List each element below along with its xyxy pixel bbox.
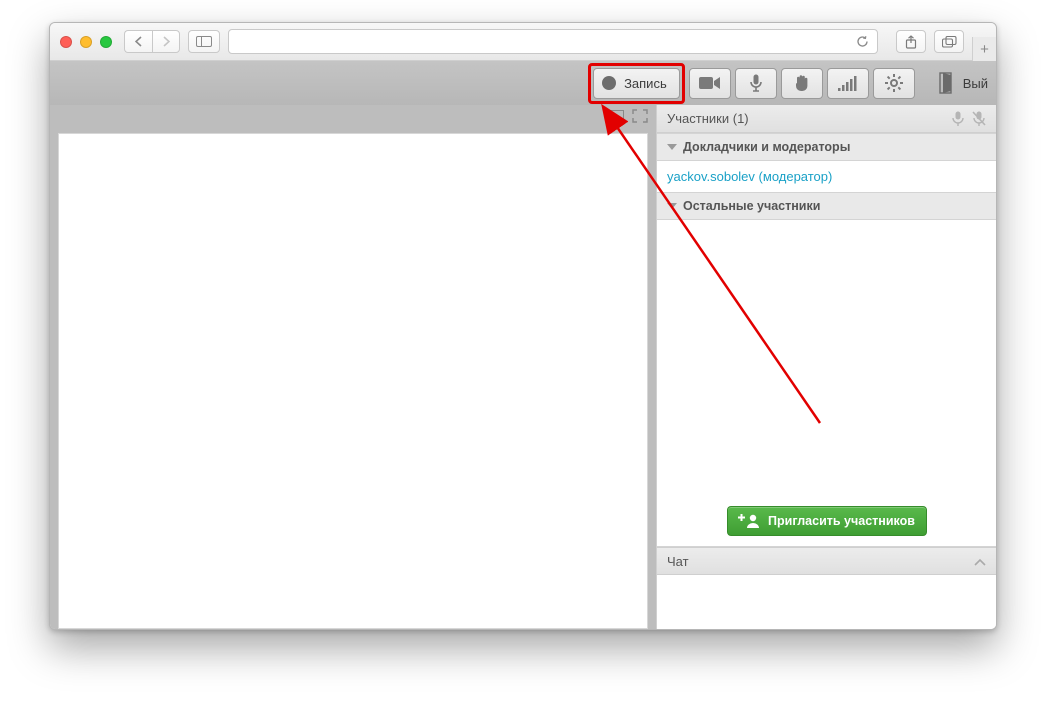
invite-area: Пригласить участников — [657, 496, 996, 547]
group-others-header[interactable]: Остальные участники — [657, 192, 996, 220]
nav-forward-button[interactable] — [152, 30, 180, 53]
header-mic-muted-icon[interactable] — [972, 111, 986, 126]
exit-label: Вый — [963, 76, 988, 91]
participant-role: (модератор) — [759, 169, 833, 184]
record-button-highlight: Запись — [588, 63, 685, 104]
chevron-up-icon — [974, 554, 986, 569]
chat-body — [657, 575, 996, 629]
tabs-button[interactable] — [934, 30, 964, 53]
chevron-down-icon — [667, 144, 677, 150]
camera-button[interactable] — [689, 68, 731, 99]
share-button[interactable] — [896, 30, 926, 53]
fullscreen-icon — [632, 109, 648, 123]
zoom-window-button[interactable] — [100, 36, 112, 48]
main-area: Участники (1) Докладчики и модераторы ya… — [50, 105, 996, 629]
invite-button[interactable]: Пригласить участников — [727, 506, 927, 536]
participant-row[interactable]: yackov.sobolev (модератор) — [657, 161, 996, 192]
new-tab-button[interactable]: + — [972, 37, 996, 61]
sidebar-toggle-button[interactable] — [188, 30, 220, 53]
group-speakers-label: Докладчики и модераторы — [683, 140, 850, 154]
signal-bars-icon — [838, 76, 858, 91]
address-bar[interactable] — [228, 29, 878, 54]
chat-label: Чат — [667, 554, 689, 569]
header-mic-icon[interactable] — [952, 111, 964, 126]
invite-label: Пригласить участников — [768, 514, 915, 528]
record-button[interactable]: Запись — [593, 68, 680, 99]
hand-icon — [794, 74, 810, 92]
presentation-pane — [50, 105, 656, 629]
group-others-label: Остальные участники — [683, 199, 820, 213]
browser-titlebar: + — [50, 23, 996, 61]
group-speakers-header[interactable]: Докладчики и модераторы — [657, 133, 996, 161]
microphone-button[interactable] — [735, 68, 777, 99]
tabs-icon — [942, 36, 957, 48]
presentation-controls — [608, 109, 648, 123]
nav-back-forward — [124, 30, 180, 53]
minimize-window-button[interactable] — [80, 36, 92, 48]
fullscreen-button[interactable] — [632, 109, 648, 123]
app-toolbar: Запись Вый — [50, 61, 996, 105]
close-window-button[interactable] — [60, 36, 72, 48]
reload-icon[interactable] — [856, 35, 869, 48]
exit-button[interactable]: Вый — [933, 68, 992, 99]
participants-header: Участники (1) — [657, 105, 996, 133]
titlebar-right-buttons — [886, 30, 964, 53]
gear-icon — [885, 74, 903, 92]
participants-panel: Участники (1) Докладчики и модераторы ya… — [656, 105, 996, 629]
window-controls — [60, 36, 112, 48]
participants-empty-area — [657, 220, 996, 496]
exit-door-icon — [939, 72, 957, 94]
layout-toggle-button[interactable] — [608, 110, 624, 122]
raise-hand-button[interactable] — [781, 68, 823, 99]
connection-button[interactable] — [827, 68, 869, 99]
participant-name: yackov.sobolev — [667, 169, 755, 184]
nav-back-button[interactable] — [124, 30, 152, 53]
camera-icon — [699, 76, 721, 90]
chevron-down-icon — [667, 203, 677, 209]
share-icon — [905, 35, 917, 49]
participants-title: Участники (1) — [667, 111, 749, 126]
presentation-canvas — [58, 133, 648, 629]
browser-window: + Запись Вый — [49, 22, 997, 630]
add-user-icon — [738, 514, 760, 528]
record-label: Запись — [624, 76, 667, 91]
microphone-icon — [749, 74, 763, 92]
chat-header[interactable]: Чат — [657, 547, 996, 575]
record-icon — [602, 76, 616, 90]
settings-button[interactable] — [873, 68, 915, 99]
